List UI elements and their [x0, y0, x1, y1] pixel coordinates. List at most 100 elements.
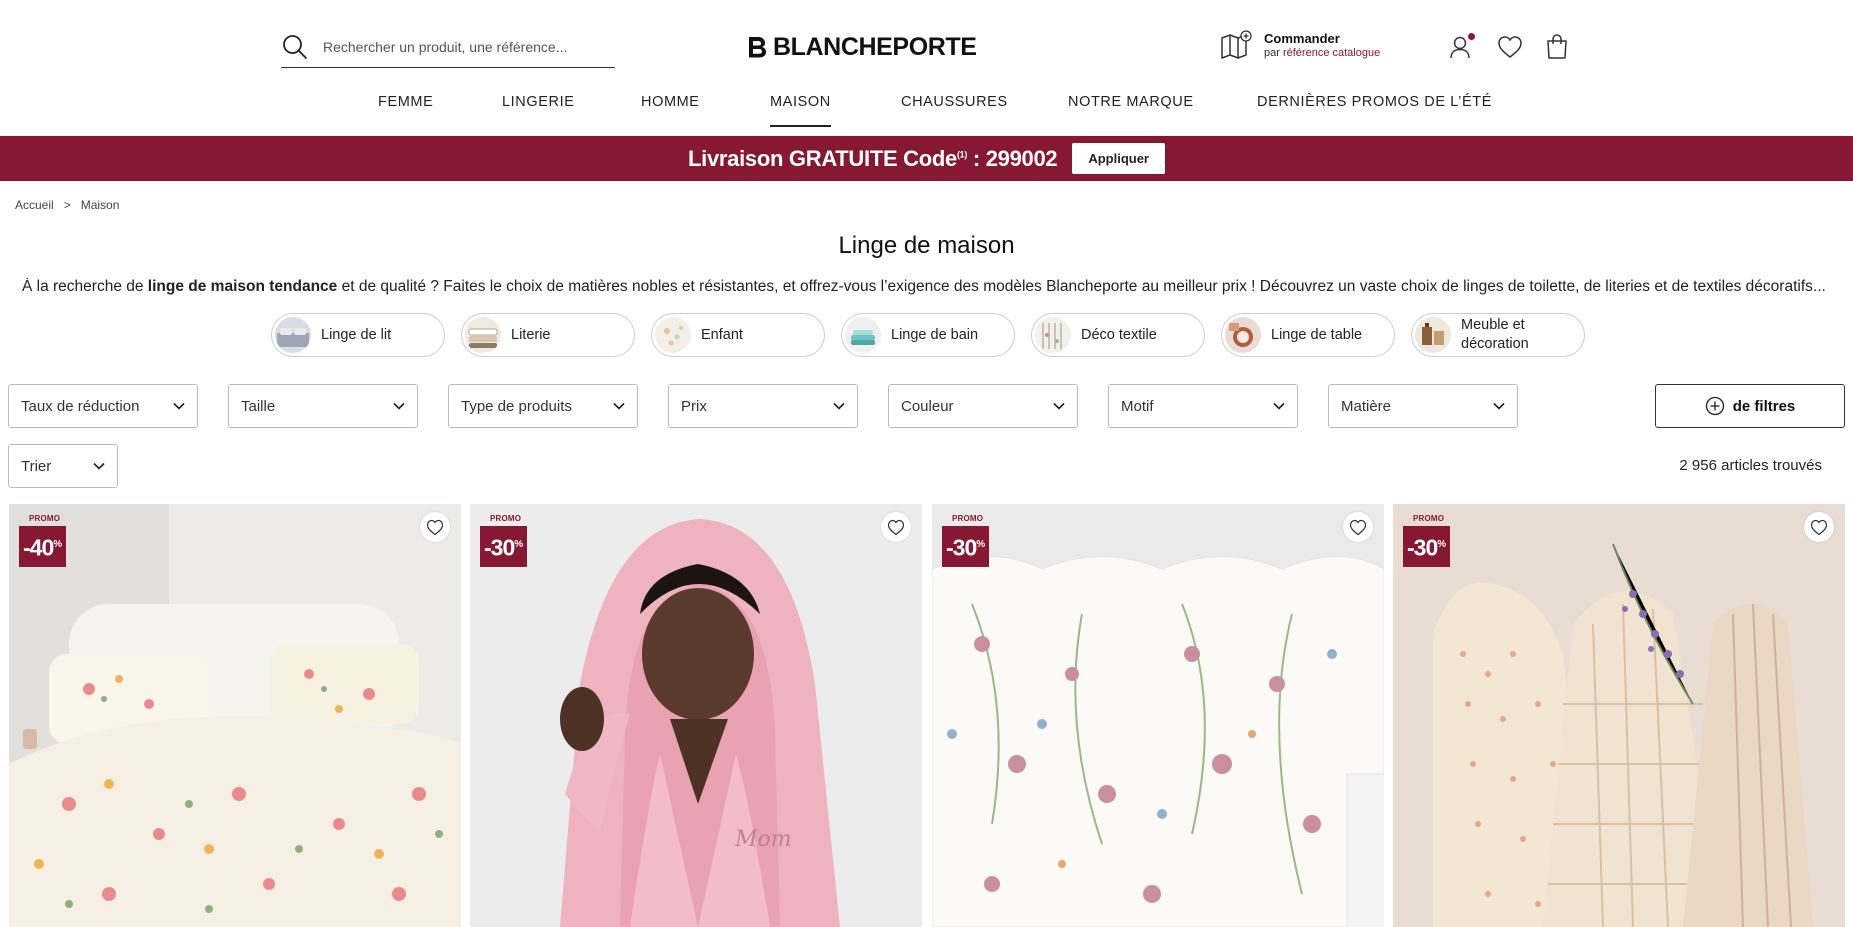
add-to-wishlist-button[interactable]: [881, 512, 911, 542]
filter-taille[interactable]: Taille: [228, 384, 418, 428]
site-logo[interactable]: BLANCHEPORTE: [747, 32, 977, 62]
category-label: Linge de table: [1271, 326, 1363, 343]
product-card[interactable]: PROMO -30% Mom: [470, 504, 922, 927]
category-label: Enfant: [701, 326, 743, 343]
sort-dropdown[interactable]: Trier: [8, 444, 118, 488]
main-nav: FEMME LINGERIE HOMME MAISON CHAUSSURES N…: [0, 84, 1853, 136]
filter-type-produits[interactable]: Type de produits: [448, 384, 638, 428]
category-linge-de-lit[interactable]: Linge de lit: [271, 313, 445, 357]
discount-badge: -30%: [942, 526, 990, 567]
order-sub-link[interactable]: référence catalogue: [1283, 47, 1380, 59]
category-thumb: [845, 317, 881, 353]
discount-percent: %: [976, 539, 986, 550]
category-linge-de-table[interactable]: Linge de table: [1221, 313, 1395, 357]
breadcrumb-home[interactable]: Accueil: [15, 198, 54, 212]
filter-matiere[interactable]: Matière: [1328, 384, 1518, 428]
product-image-tea-towels: [1393, 504, 1845, 927]
filter-label: Type de produits: [461, 397, 572, 415]
filter-couleur[interactable]: Couleur: [888, 384, 1078, 428]
product-image-pink-bathrobe: [470, 504, 922, 927]
logo-text: BLANCHEPORTE: [773, 32, 977, 61]
chevron-down-icon: [1273, 402, 1285, 410]
heart-icon: [1810, 519, 1828, 535]
filter-motif[interactable]: Motif: [1108, 384, 1298, 428]
nav-femme[interactable]: FEMME: [378, 94, 433, 125]
plus-circle-icon: [1705, 396, 1724, 416]
category-thumb: [275, 317, 311, 353]
chevron-down-icon: [1053, 402, 1065, 410]
promo-banner: Livraison GRATUITE Code(1) : 299002 Appl…: [0, 136, 1853, 181]
discount-percent: %: [53, 539, 63, 550]
breadcrumb-current[interactable]: Maison: [81, 198, 120, 212]
nav-homme[interactable]: HOMME: [641, 94, 700, 125]
filter-label: Taux de réduction: [21, 397, 140, 415]
category-thumb: [1415, 317, 1451, 353]
category-deco-textile[interactable]: Déco textile: [1031, 313, 1205, 357]
shopping-bag-icon[interactable]: [1543, 33, 1571, 61]
nav-lingerie[interactable]: LINGERIE: [502, 94, 575, 125]
discount-badge: -40%: [19, 526, 67, 567]
search-input[interactable]: [323, 38, 603, 55]
search-bar[interactable]: [281, 26, 615, 68]
sort-label: Trier: [21, 457, 52, 475]
search-icon[interactable]: [281, 33, 309, 61]
banner-main: Livraison GRATUITE Code: [688, 145, 957, 171]
add-to-wishlist-button[interactable]: [1343, 512, 1373, 542]
product-image-floral-curtain: [932, 504, 1384, 927]
product-card[interactable]: PROMO -30%: [1393, 504, 1845, 927]
filter-label: Matière: [1341, 397, 1392, 415]
add-to-wishlist-button[interactable]: [420, 512, 450, 542]
heart-icon: [1349, 519, 1367, 535]
more-filters-label: de filtres: [1732, 397, 1796, 415]
nav-dernieres-promos[interactable]: DERNIÈRES PROMOS DE L’ÉTÉ: [1257, 94, 1492, 125]
category-label: Meuble et décoration: [1461, 317, 1529, 352]
discount-badge: -30%: [1403, 526, 1451, 567]
more-filters-button[interactable]: de filtres: [1655, 384, 1845, 428]
banner-text: Livraison GRATUITE Code(1) : 299002: [688, 145, 1058, 172]
discount-value: -30: [484, 534, 515, 561]
chevron-down-icon: [173, 402, 185, 410]
category-enfant[interactable]: Enfant: [651, 313, 825, 357]
promo-label: PROMO: [490, 514, 522, 523]
discount-value: -30: [1407, 534, 1438, 561]
breadcrumb-separator: >: [63, 198, 71, 212]
nav-notre-marque[interactable]: NOTRE MARQUE: [1068, 94, 1194, 125]
filter-label: Taille: [241, 397, 276, 415]
category-label: Literie: [511, 326, 551, 343]
discount-badge: -30%: [480, 526, 528, 567]
nav-chaussures[interactable]: CHAUSSURES: [901, 94, 1008, 125]
intro-part-1: À la recherche de: [22, 278, 148, 295]
filter-label: Motif: [1121, 397, 1154, 415]
heart-icon[interactable]: [1496, 33, 1524, 61]
product-card[interactable]: PROMO -40%: [9, 504, 461, 927]
order-sub-prefix: par: [1264, 46, 1280, 59]
discount-value: -40: [23, 534, 54, 561]
category-linge-de-bain[interactable]: Linge de bain: [841, 313, 1015, 357]
page-title: Linge de maison: [838, 232, 1015, 259]
category-literie[interactable]: Literie: [461, 313, 635, 357]
banner-sup: (1): [956, 149, 968, 160]
product-card[interactable]: PROMO -30%: [932, 504, 1384, 927]
promo-label: PROMO: [1413, 514, 1445, 523]
category-meuble-decoration[interactable]: Meuble et décoration: [1411, 313, 1585, 357]
breadcrumb: Accueil > Maison: [15, 198, 119, 212]
catalogue-icon: [1221, 30, 1252, 59]
chevron-down-icon: [393, 402, 405, 410]
category-label: Linge de bain: [891, 326, 979, 343]
site-header: BLANCHEPORTE Commander par référence cat…: [0, 0, 1853, 136]
apply-code-button[interactable]: Appliquer: [1072, 143, 1165, 174]
nav-maison[interactable]: MAISON: [770, 94, 831, 127]
filter-prix[interactable]: Prix: [668, 384, 858, 428]
category-label: Linge de lit: [321, 326, 392, 343]
filter-taux-reduction[interactable]: Taux de réduction: [8, 384, 198, 428]
promo-label: PROMO: [29, 514, 61, 523]
discount-percent: %: [514, 539, 524, 550]
order-by-reference[interactable]: Commander par référence catalogue: [1220, 30, 1380, 60]
page-intro: À la recherche de linge de maison tendan…: [22, 278, 1842, 296]
discount-value: -30: [946, 534, 977, 561]
add-to-wishlist-button[interactable]: [1804, 512, 1834, 542]
heart-icon: [887, 519, 905, 535]
discount-percent: %: [1437, 539, 1447, 550]
chevron-down-icon: [833, 402, 845, 410]
results-count: 2 956 articles trouvés: [1679, 457, 1822, 474]
